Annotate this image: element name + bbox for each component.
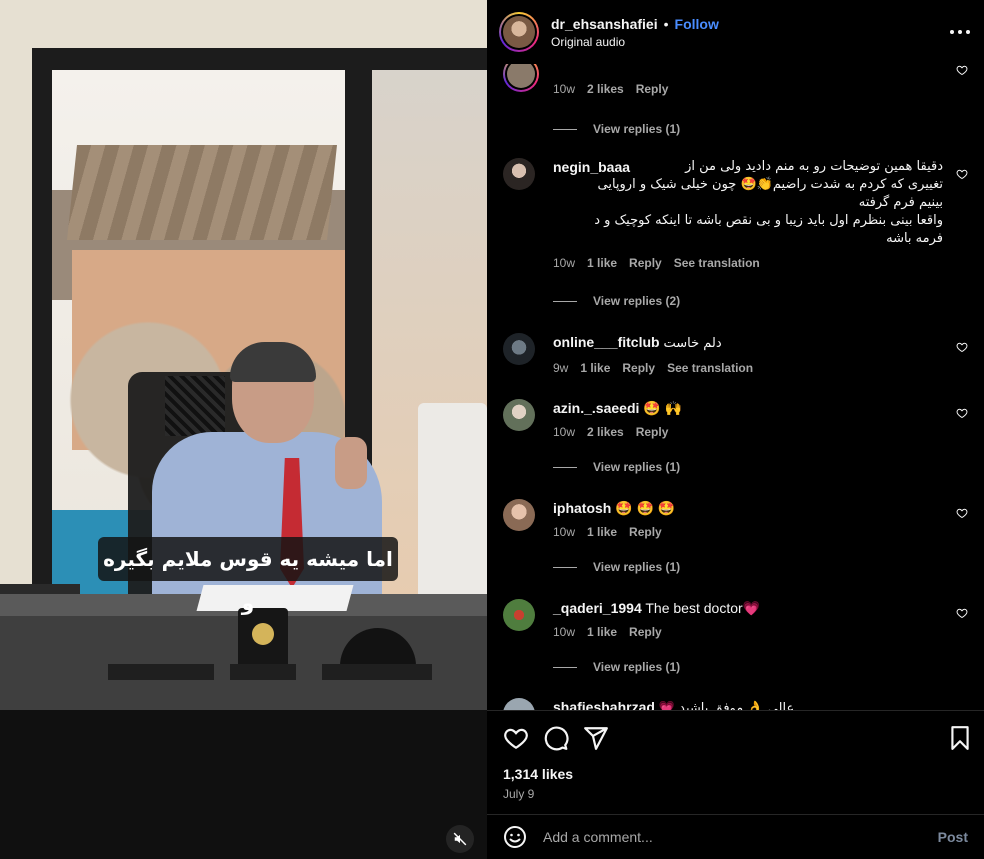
comments-list[interactable]: 10w 2 likes Reply View replies (1) negin… — [487, 64, 984, 710]
action-bar — [487, 710, 984, 766]
video-frame — [0, 0, 487, 859]
view-replies-button[interactable]: View replies (1) — [553, 560, 680, 574]
comment-likes[interactable]: 1 like — [587, 254, 617, 272]
reply-button[interactable]: Reply — [629, 523, 662, 541]
audio-label[interactable]: Original audio — [551, 35, 719, 49]
comment-text: دلم خاست — [663, 336, 722, 351]
computer-monitor — [418, 403, 487, 618]
comment-likes[interactable]: 1 like — [587, 523, 617, 541]
likes-count[interactable]: 1,314 likes — [503, 766, 573, 782]
comment-text-line: تغییری که کردم به شدت راضیم👏🤩 چون خیلی ش… — [597, 177, 943, 192]
view-replies-button[interactable]: View replies (1) — [553, 122, 680, 136]
post-header: dr_ehsanshafiei • Follow Original audio — [487, 0, 984, 64]
heart-icon[interactable] — [956, 607, 968, 619]
comment-text: 💗 عالی 👌 موفق باشید — [658, 701, 795, 710]
reel-video[interactable]: اما میشه یه قوس ملایم بگیره و — [0, 0, 487, 859]
comment-text: The best doctor💗 — [645, 600, 761, 616]
comment-avatar[interactable] — [503, 158, 535, 190]
follow-button[interactable]: Follow — [675, 16, 719, 32]
comment-avatar[interactable] — [503, 399, 535, 431]
reply-button[interactable]: Reply — [622, 359, 655, 377]
view-replies-button[interactable]: View replies (1) — [553, 460, 680, 474]
separator-dot: • — [663, 15, 669, 32]
comment-username[interactable]: azin._.saeedi — [553, 400, 639, 416]
comment-username[interactable]: online___fitclub — [553, 334, 660, 350]
comment-icon[interactable] — [543, 725, 569, 751]
author-username[interactable]: dr_ehsanshafiei — [551, 16, 658, 32]
comment-username[interactable]: iphatosh — [553, 500, 611, 516]
comment-age: 10w — [553, 625, 576, 639]
comment-likes[interactable]: 1 like — [580, 359, 610, 377]
author-avatar[interactable] — [499, 12, 539, 52]
see-translation-button[interactable]: See translation — [667, 359, 753, 377]
comment-avatar[interactable] — [503, 599, 535, 631]
comment-username[interactable]: _qaderi_1994 — [553, 600, 642, 616]
reply-button[interactable]: Reply — [629, 623, 662, 641]
comment-age: 10w — [553, 425, 576, 439]
comment-text-line: بینیم فرم گرفته — [858, 195, 943, 210]
comment-likes[interactable]: 2 likes — [587, 423, 624, 441]
comment-bar: Post — [487, 814, 984, 859]
comment-age: 10w — [553, 82, 576, 96]
comment-age: 10w — [553, 256, 576, 270]
reply-button[interactable]: Reply — [636, 423, 669, 441]
view-replies-button[interactable]: View replies (1) — [553, 660, 680, 674]
comment-likes[interactable]: 1 like — [587, 623, 617, 641]
comment-username[interactable]: negin_baaa — [553, 158, 630, 176]
comment-input[interactable] — [543, 829, 938, 845]
reply-button[interactable]: Reply — [629, 254, 662, 272]
comment-text-line: دقیقا همین توضیحات رو به منم دادید ولی م… — [685, 159, 943, 174]
reply-button[interactable]: Reply — [636, 80, 669, 98]
emoji-icon[interactable] — [503, 825, 527, 849]
clock-icon — [252, 623, 274, 645]
video-subtitle: اما میشه یه قوس ملایم بگیره و — [98, 537, 398, 615]
speaker-muted-icon — [453, 832, 467, 846]
comment-avatar[interactable] — [503, 499, 535, 531]
heart-icon[interactable] — [956, 507, 968, 519]
view-replies-button[interactable]: View replies (2) — [553, 294, 680, 308]
heart-icon[interactable] — [503, 725, 529, 751]
heart-icon[interactable] — [956, 407, 968, 419]
comment-likes[interactable]: 2 likes — [587, 80, 624, 98]
comment-text: 🤩 🙌 — [643, 400, 683, 416]
heart-icon[interactable] — [956, 64, 968, 76]
heart-icon[interactable] — [956, 168, 968, 180]
comment-age: 10w — [553, 525, 576, 539]
comment-text-line: فرمه باشه — [886, 231, 943, 246]
share-icon[interactable] — [583, 725, 609, 751]
comment-text: 🤩 🤩 🤩 — [615, 500, 676, 516]
bookmark-icon[interactable] — [947, 725, 973, 751]
mute-button[interactable] — [446, 825, 474, 853]
heart-icon[interactable] — [956, 341, 968, 353]
comment-text-line: واقعا بینی بنظرم اول باید زیبا و بی نقص … — [594, 213, 943, 228]
comment-age: 9w — [553, 361, 569, 375]
comment-avatar[interactable] — [503, 333, 535, 365]
comment-avatar[interactable] — [503, 64, 539, 92]
comment-username[interactable]: shafieshahrzad — [553, 699, 655, 710]
post-date[interactable]: July 9 — [503, 787, 534, 801]
post-button[interactable]: Post — [938, 829, 968, 845]
more-horizontal-icon[interactable] — [948, 26, 972, 38]
see-translation-button[interactable]: See translation — [674, 254, 760, 272]
post-panel: dr_ehsanshafiei • Follow Original audio … — [487, 0, 984, 859]
comment-avatar[interactable] — [503, 698, 535, 710]
